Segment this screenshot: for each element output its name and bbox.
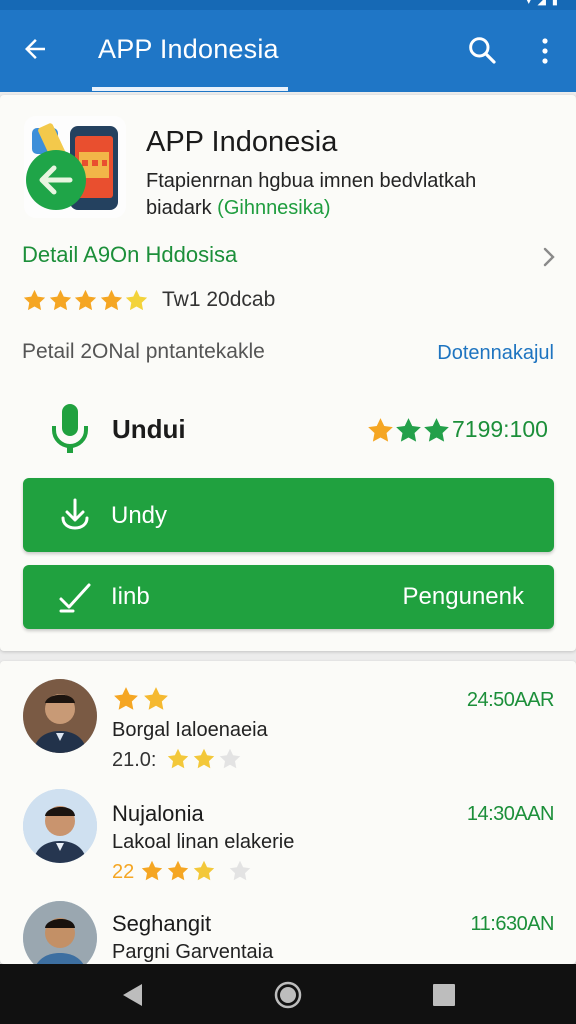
star-icon [112, 685, 140, 713]
info-link[interactable]: Dotennakajul [437, 342, 554, 365]
review-time: 14:30AAN [466, 803, 555, 825]
review-text: Pargni Garventaia [112, 941, 274, 963]
star-icon [228, 859, 252, 883]
rating-stars [22, 285, 150, 315]
star-icon [166, 859, 190, 883]
review-time: 24:50AAR [466, 689, 555, 711]
download-count: 7199:100 [452, 416, 548, 442]
app-bar-title: APP Indonesia [98, 34, 279, 64]
star-icon [366, 416, 395, 445]
avatar [23, 679, 97, 753]
app-name: APP Indonesia [146, 126, 338, 158]
star-icon [422, 416, 451, 445]
search-icon[interactable] [466, 34, 498, 66]
nav-home-icon[interactable] [273, 980, 303, 1010]
chevron-right-icon[interactable] [538, 244, 560, 270]
reviewer-name: Nujalonia [112, 801, 204, 826]
review-rating [112, 685, 172, 713]
install-button[interactable]: Iinb Pengunenk [23, 565, 554, 629]
star-icon [394, 416, 423, 445]
star-icon [142, 685, 170, 713]
star-icon [192, 747, 216, 771]
download-button-label: Undy [111, 502, 168, 529]
app-description-line1: Ftapienrnan hgbua imnen bedvlatkah [146, 170, 477, 192]
review-text: Lakoal linan elakerie [112, 831, 295, 853]
star-icon [73, 288, 98, 313]
nav-recent-icon[interactable] [432, 983, 456, 1007]
more-vert-icon[interactable] [536, 36, 554, 66]
download-button[interactable]: Undy [23, 478, 554, 552]
review-stars [140, 859, 254, 883]
download-icon [61, 498, 89, 530]
reviews-card: 24:50AAR Borgal Ialoenaeia 21.0: Nujalon… [0, 661, 576, 964]
nav-back-icon[interactable] [120, 982, 146, 1008]
reviewer-name: Seghangit [112, 911, 212, 936]
star-icon [99, 288, 124, 313]
review-stars [166, 747, 244, 771]
review-time: 11:630AN [470, 913, 555, 935]
install-button-action: Pengunenk [402, 583, 524, 610]
star-icon [218, 747, 242, 771]
rating-text: Tw1 20dcab [162, 288, 276, 311]
app-logo-icon [24, 116, 126, 218]
avatar [23, 789, 97, 863]
download-rating-stars [366, 416, 450, 445]
star-icon [140, 859, 164, 883]
app-description: Ftapienrnan hgbua imnen bedvlatkah biada… [146, 168, 546, 222]
app-bar: APP Indonesia [0, 10, 576, 92]
avatar [23, 901, 97, 964]
mic-icon [52, 404, 88, 453]
status-icons: ▾◢▮ [525, 0, 564, 7]
star-icon [124, 288, 149, 313]
star-icon [192, 859, 216, 883]
star-icon [48, 288, 73, 313]
review-text: Borgal Ialoenaeia [112, 719, 268, 741]
back-arrow-icon[interactable] [20, 34, 50, 64]
info-text: Petail 2ONal pntantekakle [22, 340, 265, 363]
check-icon [59, 583, 91, 613]
tab-indicator [92, 87, 288, 91]
star-icon [166, 747, 190, 771]
status-bar: ▾◢▮ [0, 0, 576, 10]
review-score: 21.0: [112, 749, 157, 771]
star-icon [22, 288, 47, 313]
install-button-label: Iinb [111, 583, 150, 610]
download-label: Undui [112, 414, 186, 444]
app-description-line2: biadark [146, 197, 218, 219]
detail-link[interactable]: Detail A9On Hddosisa [22, 242, 237, 268]
app-description-highlight: (Gihnnesika) [217, 197, 331, 219]
review-score: 22 [112, 861, 135, 883]
